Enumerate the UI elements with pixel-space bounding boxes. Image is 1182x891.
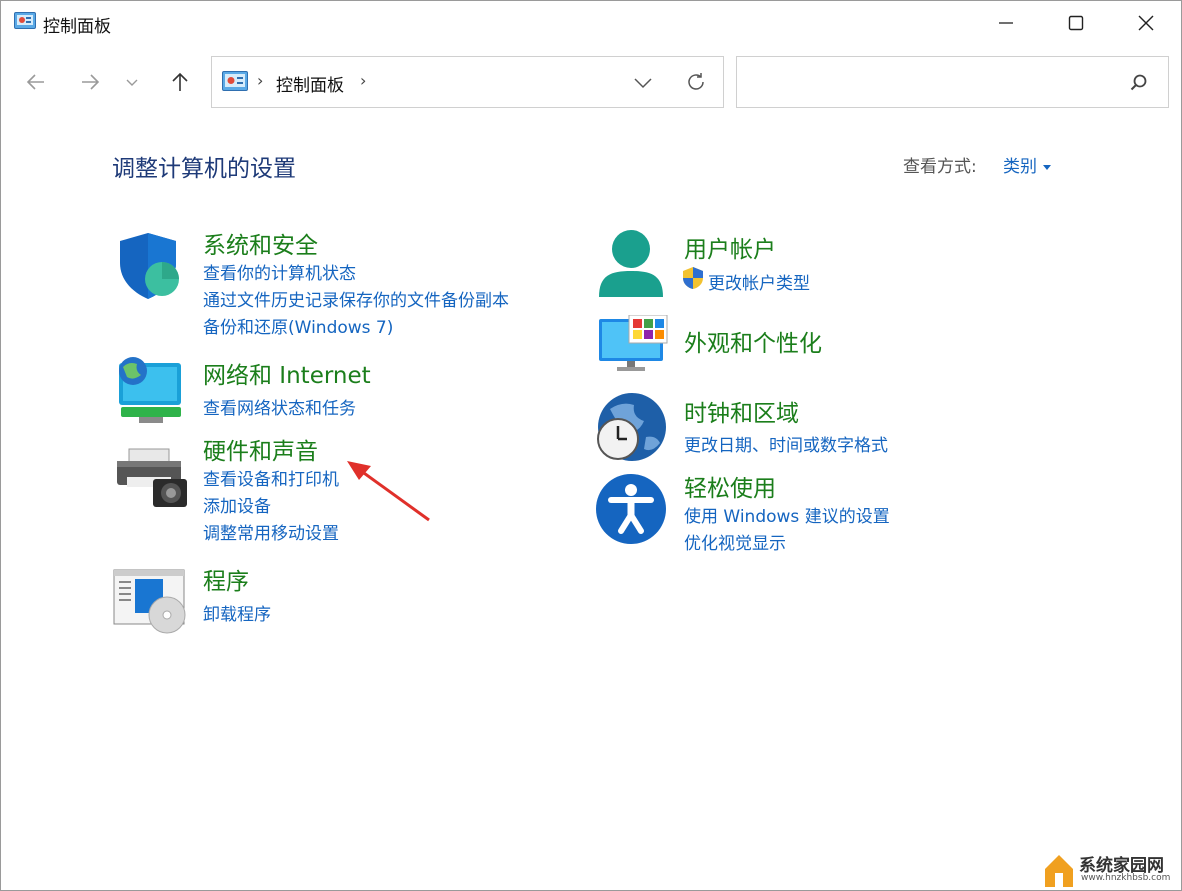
monitor-palette-icon[interactable] (597, 315, 669, 375)
arrow-up-icon (172, 72, 188, 91)
close-button[interactable] (1111, 1, 1181, 45)
category-ease-of-access[interactable]: 轻松使用 (684, 469, 776, 503)
title-bar: 控制面板 (1, 1, 1181, 45)
caret-down-icon (1043, 164, 1051, 170)
link-optimize-visual-display[interactable]: 优化视觉显示 (684, 529, 786, 554)
shield-icon[interactable] (114, 229, 186, 301)
maximize-icon (1068, 15, 1084, 31)
close-icon (1138, 15, 1154, 31)
view-by-label: 查看方式: (903, 157, 977, 177)
category-hardware-sound[interactable]: 硬件和声音 (203, 432, 318, 466)
link-backup-restore[interactable]: 备份和还原(Windows 7) (203, 313, 393, 338)
search-box[interactable] (736, 56, 1169, 108)
arrow-right-icon (82, 74, 100, 90)
maximize-button[interactable] (1041, 1, 1111, 45)
category-system-security[interactable]: 系统和安全 (203, 226, 318, 260)
category-user-accounts[interactable]: 用户帐户 (684, 230, 776, 264)
link-windows-recommended-settings[interactable]: 使用 Windows 建议的设置 (684, 502, 890, 527)
category-appearance-personalization[interactable]: 外观和个性化 (684, 324, 822, 358)
refresh-icon[interactable] (684, 70, 708, 94)
uac-shield-icon (683, 267, 703, 289)
chevron-down-icon[interactable] (632, 71, 654, 93)
breadcrumb-control-panel[interactable]: 控制面板 (276, 71, 344, 96)
arrow-left-icon (26, 74, 44, 90)
printer-icon[interactable] (115, 445, 189, 511)
category-network-internet[interactable]: 网络和 Internet (203, 356, 371, 390)
recent-locations-button[interactable] (121, 67, 143, 97)
link-file-history-backup[interactable]: 通过文件历史记录保存你的文件备份副本 (203, 286, 509, 311)
minimize-icon (999, 22, 1013, 24)
control-panel-window: 控制面板 › 控制面板 › 调整计算机的设置 查看方式: 类别 系统和安全 查看… (0, 0, 1182, 891)
chevron-down-icon (126, 79, 138, 86)
link-mobility-settings[interactable]: 调整常用移动设置 (203, 519, 339, 544)
address-bar[interactable]: › 控制面板 › (211, 56, 724, 108)
accessibility-icon[interactable] (595, 473, 667, 545)
link-change-account-type[interactable]: 更改帐户类型 (708, 269, 810, 294)
network-globe-icon[interactable] (113, 355, 185, 427)
back-button[interactable] (21, 67, 51, 97)
programs-disc-icon[interactable] (113, 569, 187, 635)
minimize-button[interactable] (971, 1, 1041, 45)
up-button[interactable] (165, 67, 195, 97)
window-title: 控制面板 (43, 17, 111, 37)
forward-button[interactable] (75, 67, 105, 97)
user-icon[interactable] (597, 229, 665, 303)
link-change-date-time-format[interactable]: 更改日期、时间或数字格式 (684, 431, 888, 456)
breadcrumb-separator-icon[interactable]: › (360, 71, 366, 90)
control-panel-icon (222, 71, 248, 91)
page-heading: 调整计算机的设置 (112, 156, 296, 182)
clock-globe-icon[interactable] (594, 391, 668, 465)
control-panel-app-icon (14, 12, 36, 29)
view-by-value: 类别 (1003, 157, 1037, 177)
watermark-url: www.hnzkhbsb.com (1081, 873, 1171, 883)
search-input[interactable] (745, 67, 1115, 97)
breadcrumb-separator-icon: › (257, 71, 264, 90)
link-view-computer-status[interactable]: 查看你的计算机状态 (203, 259, 356, 284)
category-programs[interactable]: 程序 (203, 562, 249, 596)
link-devices-printers[interactable]: 查看设备和打印机 (203, 465, 339, 490)
search-icon[interactable] (1129, 73, 1149, 93)
link-uninstall-program[interactable]: 卸载程序 (203, 600, 271, 625)
view-by-dropdown[interactable]: 类别 (1003, 152, 1051, 177)
red-arrow-icon (347, 461, 430, 522)
category-clock-region[interactable]: 时钟和区域 (684, 394, 799, 428)
link-add-device[interactable]: 添加设备 (203, 492, 271, 517)
link-network-status[interactable]: 查看网络状态和任务 (203, 394, 356, 419)
